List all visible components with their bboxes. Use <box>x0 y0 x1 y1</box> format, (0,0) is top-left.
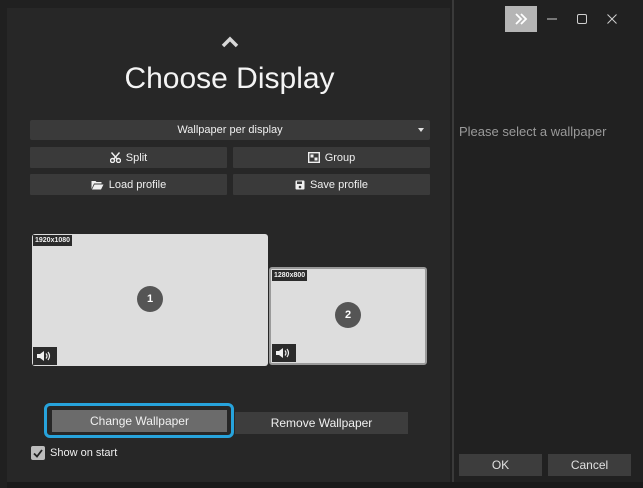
focus-highlight <box>44 403 234 438</box>
floppy-disk-icon <box>295 180 305 189</box>
wallpaper-placeholder-text: Please select a wallpaper <box>459 124 607 139</box>
display-2-resolution: 1280x800 <box>272 270 308 281</box>
speaker-icon[interactable] <box>33 347 57 365</box>
maximize-button[interactable] <box>567 6 597 32</box>
maximize-icon <box>577 14 587 24</box>
chevron-down-icon <box>418 128 424 132</box>
speaker-icon[interactable] <box>272 344 296 362</box>
split-label: Split <box>125 151 148 164</box>
mode-dropdown[interactable]: Wallpaper per display <box>30 120 430 140</box>
checkmark-icon <box>33 448 43 458</box>
scissors-icon <box>109 152 121 163</box>
folder-open-icon <box>91 180 104 189</box>
cancel-button[interactable]: Cancel <box>548 454 631 476</box>
window-controls <box>505 6 627 32</box>
group-button[interactable]: Group <box>233 147 430 168</box>
wallpaper-panel <box>454 0 643 488</box>
expand-panel-button[interactable] <box>505 6 537 32</box>
display-2[interactable]: 1280x800 2 <box>269 267 427 365</box>
show-on-start-checkbox[interactable] <box>31 446 45 460</box>
display-1-resolution: 1920x1080 <box>33 235 73 246</box>
split-button[interactable]: Split <box>30 147 227 168</box>
double-chevron-right-icon <box>515 13 528 25</box>
remove-wallpaper-button[interactable]: Remove Wallpaper <box>235 412 408 434</box>
page-title: Choose Display <box>124 62 335 95</box>
close-icon <box>607 14 617 24</box>
mode-dropdown-value: Wallpaper per display <box>177 124 283 136</box>
window-bottom-edge <box>7 482 643 488</box>
group-label: Group <box>324 151 356 164</box>
show-on-start-option[interactable]: Show on start <box>31 446 117 460</box>
load-profile-label: Load profile <box>108 178 167 191</box>
close-button[interactable] <box>597 6 627 32</box>
minimize-icon <box>547 18 557 20</box>
save-profile-button[interactable]: Save profile <box>233 174 430 195</box>
show-on-start-label: Show on start <box>50 447 118 459</box>
load-profile-button[interactable]: Load profile <box>30 174 227 195</box>
group-icon <box>307 152 320 163</box>
display-1[interactable]: 1920x1080 1 <box>32 234 268 366</box>
collapse-up-icon[interactable] <box>219 34 241 50</box>
display-1-number-badge: 1 <box>137 286 163 312</box>
save-profile-label: Save profile <box>309 178 369 191</box>
display-2-number-badge: 2 <box>335 302 361 328</box>
ok-button[interactable]: OK <box>459 454 542 476</box>
minimize-button[interactable] <box>537 6 567 32</box>
